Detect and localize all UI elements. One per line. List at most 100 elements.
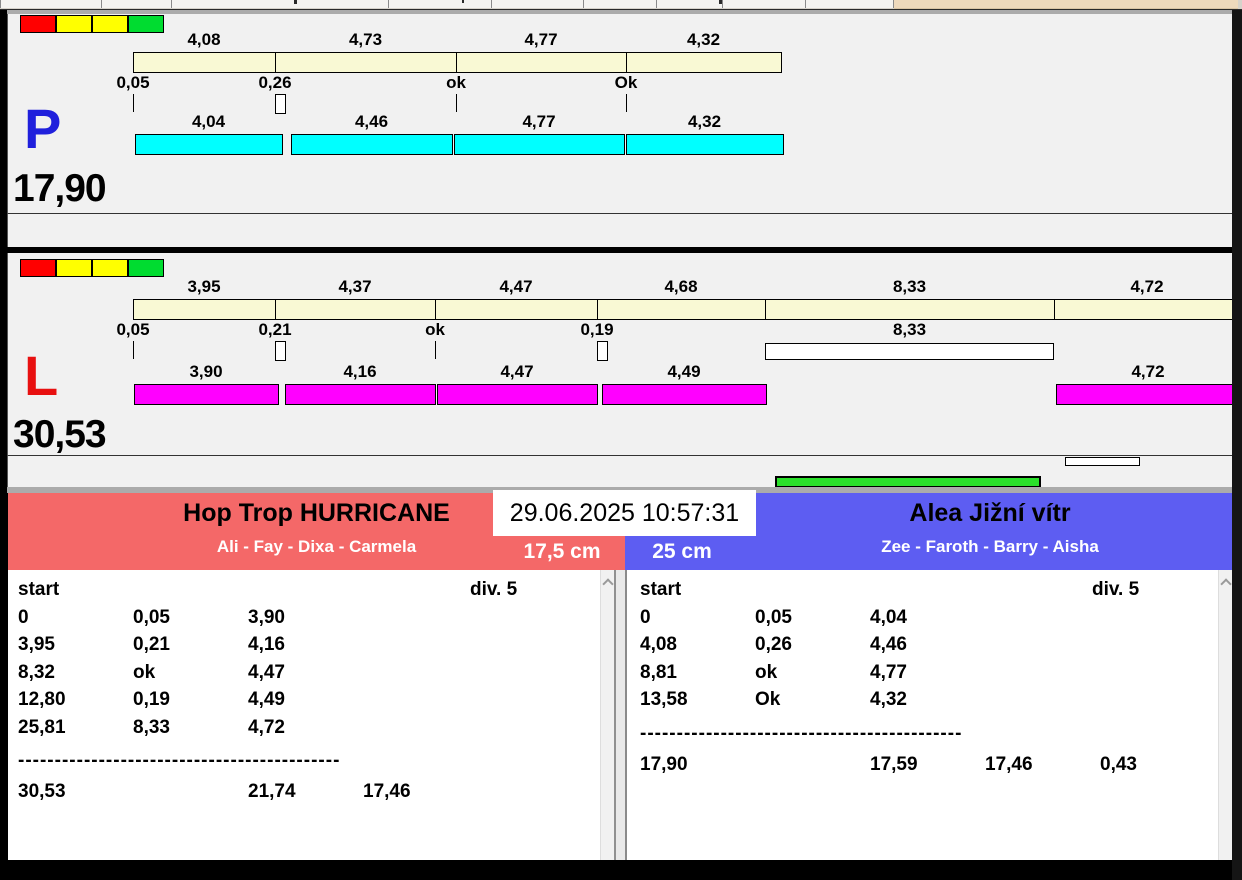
penalty-label: Ok	[614, 73, 638, 92]
split-bar-segment	[435, 299, 598, 320]
panel-p-footer-strip	[7, 213, 1235, 247]
status-light	[92, 259, 128, 277]
split-bar-segment	[275, 299, 436, 320]
split-value-label: 4,47	[499, 277, 533, 296]
run-value-label: 4,77	[522, 112, 556, 131]
status-light	[92, 15, 128, 33]
cutoff-glyph-mark	[294, 0, 297, 4]
toolbar-button[interactable]	[0, 0, 101, 8]
run-bar-segment	[135, 134, 283, 155]
table-row: 8,32 ok 4,47	[18, 659, 603, 687]
run-value-label: 4,46	[354, 112, 389, 131]
course-total: 30,53	[13, 413, 107, 456]
penalty-label: 0,05	[116, 320, 150, 339]
table-header-div: div. 5	[1092, 579, 1140, 600]
table-cell: 0,21	[133, 634, 170, 655]
table-total-cell: 17,46	[985, 753, 1033, 775]
table-cell: 4,46	[870, 634, 907, 655]
run-value-label: 4,47	[500, 362, 534, 381]
table-cell: 8,33	[133, 716, 170, 738]
toolbar-button[interactable]	[171, 0, 388, 8]
penalty-gap-bar	[765, 343, 1054, 360]
table-header-row: start div. 5	[640, 576, 1225, 604]
split-bar-segment	[765, 299, 1055, 320]
toolbar-button[interactable]	[491, 0, 583, 8]
split-value-label: 4,08	[187, 30, 221, 49]
split-bar-segment	[133, 52, 276, 73]
table-cell: 0	[18, 606, 29, 628]
toolbar-button[interactable]	[656, 0, 722, 8]
table-cell: 4,49	[248, 689, 285, 710]
cutoff-glyph-mark	[719, 0, 722, 4]
penalty-tick	[456, 94, 457, 112]
table-header-div: div. 5	[470, 579, 518, 600]
split-value-label: 4,77	[524, 30, 558, 49]
scrollbar-up-chevron[interactable]	[602, 578, 614, 590]
table-row: 4,08 0,26 4,46	[640, 631, 1225, 659]
run-bar-segment	[437, 384, 598, 405]
table-header-start: start	[640, 579, 682, 600]
table-cell: 8,81	[640, 661, 677, 683]
run-bar-segment	[454, 134, 625, 155]
table-total-cell: 30,53	[18, 781, 66, 802]
status-light	[56, 15, 92, 33]
run-value-label: 4,72	[1131, 362, 1165, 381]
penalty-label: 8,33	[892, 320, 927, 339]
penalty-tick	[626, 94, 627, 112]
toolbar-button[interactable]	[388, 0, 491, 8]
table-cell: 0,19	[133, 689, 170, 710]
run-value-label: 4,16	[343, 362, 377, 381]
split-value-label: 4,68	[664, 277, 698, 296]
table-cell: 13,58	[640, 689, 688, 710]
run-bar-segment	[602, 384, 767, 405]
table-cell: 4,08	[640, 634, 677, 655]
toolbar-button[interactable]	[722, 0, 805, 8]
toolbar-button[interactable]	[101, 0, 171, 8]
clock-datetime: 29.06.2025 10:57:31	[509, 498, 740, 527]
penalty-label: 0,26	[258, 73, 292, 92]
split-value-label: 4,73	[348, 30, 383, 49]
penalty-label: ok	[446, 73, 466, 92]
table-cell: 4,04	[870, 606, 907, 628]
table-row: 25,81 8,33 4,72	[18, 714, 603, 742]
penalty-label: 0,19	[580, 320, 614, 339]
table-row: 0 0,05 3,90	[18, 604, 603, 632]
table-row: 8,81 ok 4,77	[640, 659, 1225, 687]
penalty-tick	[435, 341, 436, 359]
results-table-left: start div. 5 0 0,05 3,90 3,95 0,21 4,16 8,32 ok 4,…	[18, 576, 603, 860]
table-cell: Ok	[755, 689, 781, 710]
window-border-left	[0, 0, 7, 880]
panel-l-footer-strip	[7, 455, 1235, 487]
table-cell: 0,26	[755, 634, 792, 655]
split-value-label: 4,72	[1130, 277, 1164, 296]
table-cell: 0,05	[133, 606, 170, 628]
table-cell: ok	[133, 661, 156, 683]
table-total-cell: 0,43	[1100, 753, 1137, 775]
marker-white-box	[1065, 457, 1140, 466]
penalty-label: ok	[425, 320, 445, 339]
toolbar	[0, 0, 1242, 10]
split-value-label: 4,37	[338, 277, 372, 296]
course-total: 17,90	[13, 167, 107, 210]
penalty-label: 0,05	[116, 73, 150, 92]
split-value-label: 3,95	[187, 277, 221, 296]
table-cell: 4,16	[248, 634, 285, 655]
table-cell: 0,05	[755, 606, 792, 628]
toolbar-button[interactable]	[805, 0, 894, 8]
toolbar-button[interactable]	[583, 0, 656, 8]
run-value-label: 4,49	[667, 362, 701, 381]
penalty-label: 0,21	[258, 320, 292, 339]
run-value-label: 4,32	[687, 112, 722, 131]
status-light	[128, 259, 164, 277]
timing-panel-l: 3,95 4,37 4,47 4,68 8,33 4,72 0,05 0,21 ok 0,19 8,…	[7, 253, 1241, 456]
split-bar-segment	[626, 52, 782, 73]
table-splitter[interactable]	[614, 570, 627, 860]
course-letter: L	[24, 344, 59, 407]
table-cell: 8,32	[18, 661, 55, 683]
table-separator: ----------------------------------------…	[18, 750, 341, 771]
team-height-badge: 25 cm	[652, 540, 712, 563]
status-lights	[20, 15, 164, 33]
table-cell: 4,77	[870, 661, 907, 683]
split-bar-segment	[133, 299, 276, 320]
table-row: 12,80 0,19 4,49	[18, 686, 603, 714]
